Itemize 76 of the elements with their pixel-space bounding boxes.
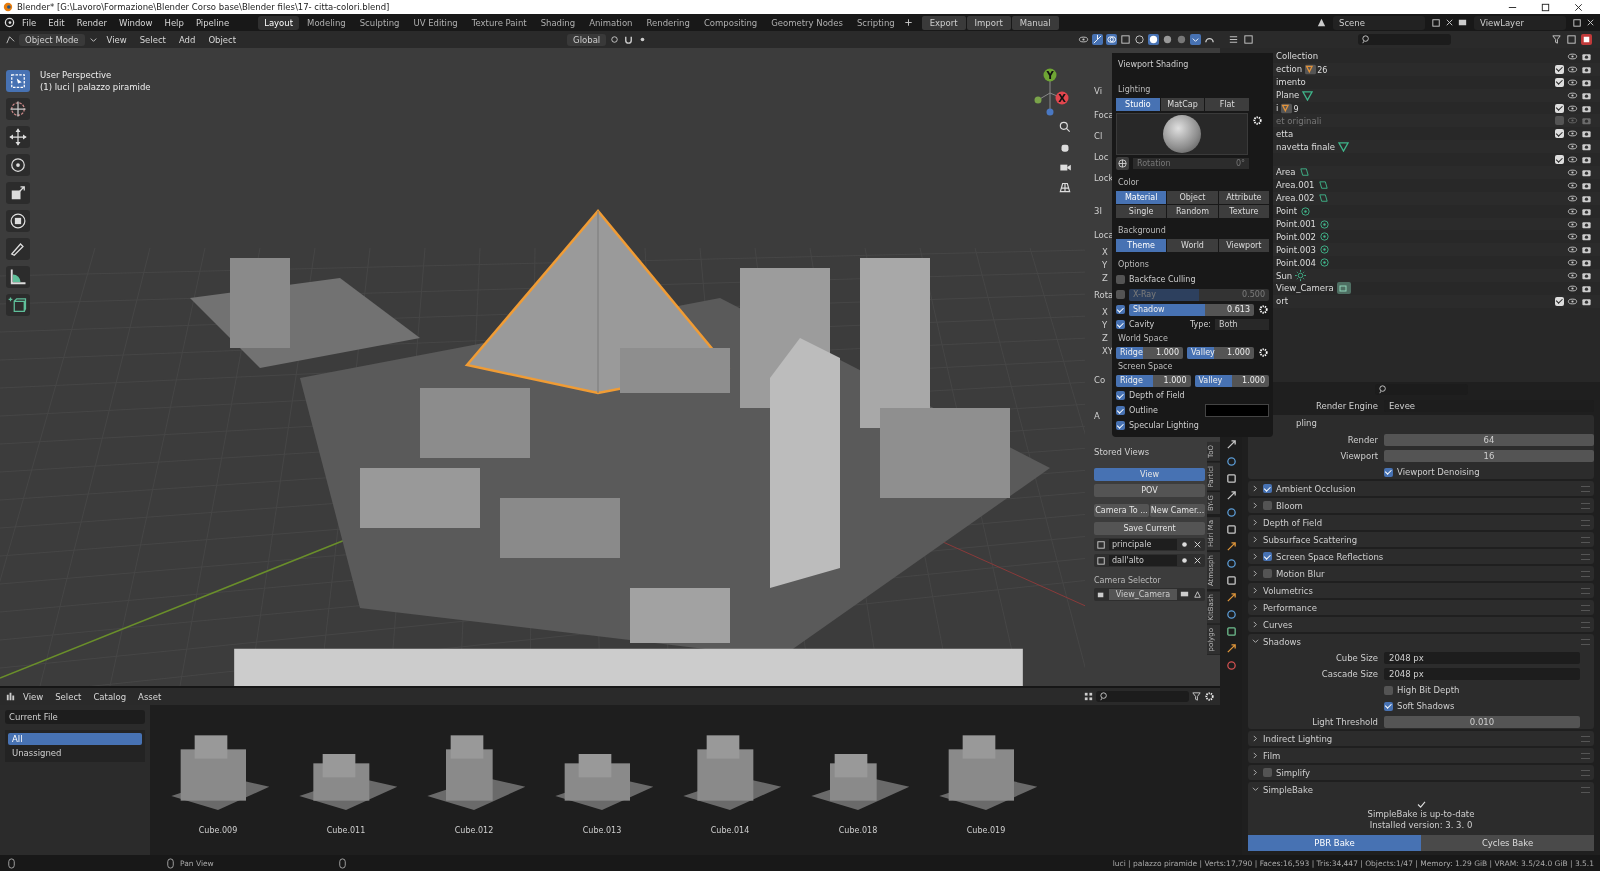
slider-value: 0.613 (1227, 305, 1250, 314)
panel-title: Bloom (1276, 500, 1303, 511)
sidebar-label: X (1102, 306, 1108, 317)
field-label: Type: (1189, 320, 1211, 329)
panel-title: Subsurface Scattering (1263, 534, 1358, 545)
status-text: SimpleBake is up-to-date (1367, 809, 1475, 819)
sidebar-label: A (1094, 411, 1100, 421)
item-count: 9 (1293, 105, 1299, 114)
panel-title: SimpleBake (1263, 784, 1313, 795)
sidebar-label: Z (1102, 272, 1108, 283)
section-label: World Space (1118, 334, 1169, 343)
field-label: Rotation (1137, 159, 1171, 168)
viewport-info-text: (1) luci | palazzo piramide (40, 82, 151, 92)
slider-value: 1.000 (1242, 376, 1265, 385)
slider-value: 1.000 (1163, 376, 1187, 385)
section-label: Color (1118, 178, 1140, 187)
sidebar-label: Lock (1094, 172, 1114, 183)
panel-title: Film (1263, 750, 1281, 761)
slider-value: 1.000 (1156, 348, 1179, 357)
slider-label: Ridge (1120, 376, 1143, 385)
field-label: Viewport (1339, 451, 1378, 461)
checkbox-label: Cavity (1129, 320, 1155, 329)
sidebar-label: Y (1102, 259, 1108, 270)
field-label: Render (1346, 435, 1378, 445)
sidebar-label: XY (1102, 345, 1113, 356)
viewport-info-text: User Perspective (40, 70, 113, 80)
status-text: Installed version: 3. 3. 0 (1369, 820, 1473, 830)
sidebar-label: Rota (1094, 289, 1114, 300)
camera-selector-label: Camera Selector (1094, 576, 1162, 585)
panel-title: Volumetrics (1263, 585, 1313, 596)
sidebar-label: Z (1102, 332, 1108, 343)
panel-title: Simplify (1276, 767, 1311, 778)
axis-label: Y (1046, 69, 1054, 81)
axis-label: X (1058, 92, 1066, 104)
field-value: 0° (1235, 159, 1245, 168)
panel-title: Depth of Field (1263, 517, 1323, 528)
sidebar-label: Co (1094, 375, 1106, 385)
slider-value: 1.000 (1227, 348, 1250, 357)
checkbox-label: High Bit Depth (1397, 685, 1460, 695)
sidebar-label: 3I (1094, 206, 1102, 216)
checkbox-label: Soft Shadows (1397, 701, 1455, 711)
window-title: Blender* [G:\Lavoro\Formazione\Blender Corso base\Blender files\17- citta-colori.blend] (17, 2, 390, 12)
slider-label: X-Ray (1133, 290, 1156, 299)
field-label: Cube Size (1334, 653, 1378, 663)
panel-title: Shadows (1263, 636, 1301, 647)
panel-title: Screen Space Reflections (1276, 551, 1384, 562)
sidebar-label: X (1102, 246, 1108, 257)
field-label: Light Threshold (1311, 717, 1378, 727)
slider-label: Valley (1198, 376, 1223, 385)
sidebar-label: Vi (1094, 86, 1102, 96)
section-label: Lighting (1118, 85, 1152, 94)
slider-label: Shadow (1133, 305, 1165, 314)
sidebar-label: Loc (1094, 151, 1109, 162)
slider-label: Ridge (1120, 348, 1143, 357)
slider-label: Valley (1191, 348, 1215, 357)
section-label: Background (1118, 226, 1167, 235)
panel-title: Performance (1263, 602, 1317, 613)
sidebar-label: Cl (1094, 130, 1103, 141)
checkbox-label: Outline (1129, 406, 1158, 415)
panel-title: Indirect Lighting (1263, 733, 1333, 744)
field-label: Render Engine (1314, 401, 1378, 411)
item-count: 26 (1317, 66, 1328, 76)
checkbox-label: Viewport Denoising (1397, 467, 1480, 477)
sidebar-label: Y (1102, 319, 1108, 330)
checkbox-label: Depth of Field (1129, 391, 1185, 400)
section-label: Options (1118, 260, 1150, 269)
popup-title: Viewport Shading (1118, 60, 1190, 69)
panel-title: Ambient Occlusion (1276, 483, 1356, 494)
slider-value: 0.500 (1242, 290, 1265, 299)
checkbox-label: Specular Lighting (1129, 421, 1199, 430)
section-label: Screen Space (1118, 362, 1174, 371)
checkbox-label: Backface Culling (1129, 275, 1196, 284)
sidebar-label: Stored Views (1094, 447, 1150, 457)
panel-title: Curves (1263, 619, 1293, 630)
field-label: Cascade Size (1320, 669, 1378, 679)
panel-title: Motion Blur (1276, 568, 1325, 579)
